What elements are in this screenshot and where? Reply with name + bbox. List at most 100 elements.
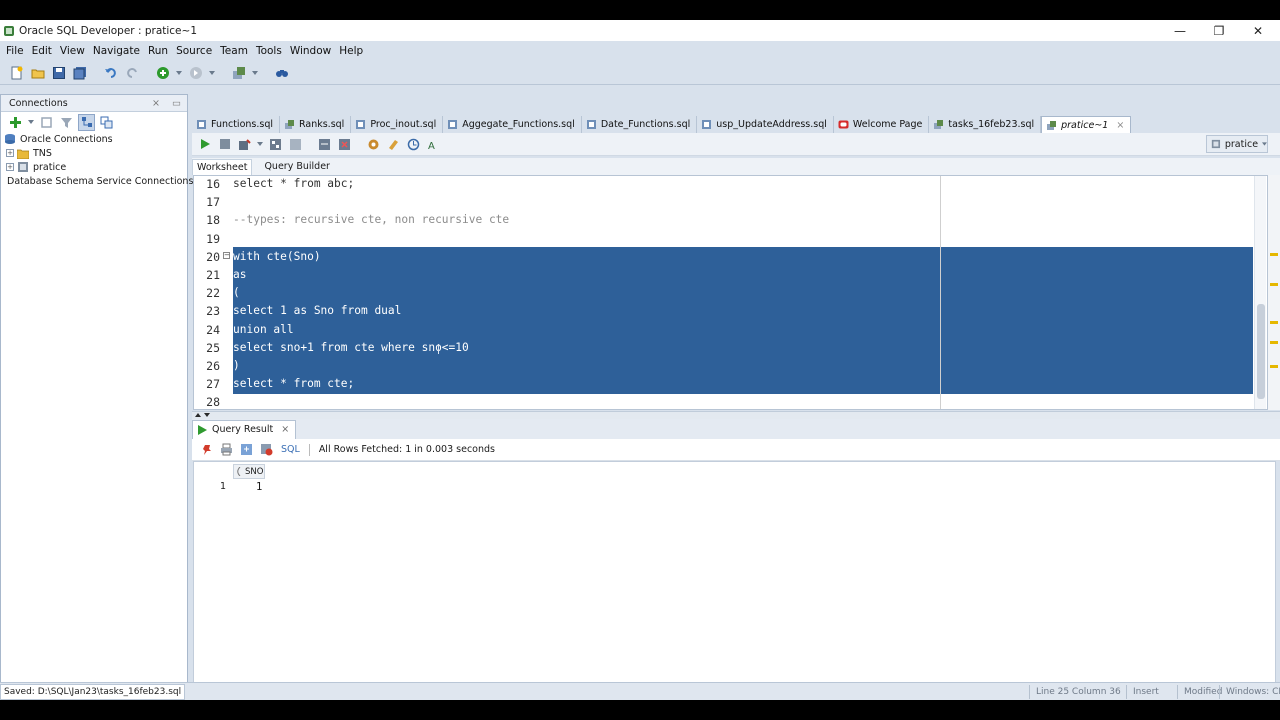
tree-item-pratice[interactable]: + pratice — [1, 160, 187, 174]
print-icon[interactable] — [218, 441, 235, 458]
code-area[interactable]: select * from abc; --types: recursive cte… — [233, 176, 1267, 409]
code-line[interactable]: ) — [233, 357, 1267, 375]
subtab-query-builder[interactable]: Query Builder — [260, 159, 334, 175]
code-editor[interactable]: 16 17 18 19 20 21 22 23 24 25 26 27 28 − select * fro… — [193, 175, 1268, 410]
close-tab-icon[interactable]: × — [281, 424, 289, 435]
save-all-icon[interactable] — [71, 64, 88, 81]
code-line[interactable]: ( — [233, 284, 1267, 302]
menu-navigate[interactable]: Navigate — [89, 45, 144, 57]
tree-item-tns[interactable]: + TNS — [1, 146, 187, 160]
sql-tuning-icon[interactable] — [365, 136, 382, 153]
menu-run[interactable]: Run — [144, 45, 172, 57]
binoculars-icon[interactable] — [273, 64, 290, 81]
dropdown-arrow-icon[interactable] — [27, 114, 35, 131]
minimize-panel-icon[interactable]: ▭ — [172, 98, 181, 109]
explain-plan-icon[interactable] — [267, 136, 284, 153]
code-line[interactable] — [233, 193, 1267, 211]
tree-item-schema-service[interactable]: Database Schema Service Connections — [1, 174, 193, 188]
menu-file[interactable]: File — [2, 45, 28, 57]
collapse-all-icon[interactable] — [98, 114, 115, 131]
editor-vertical-scrollbar[interactable] — [1254, 176, 1266, 409]
add-connection-icon[interactable] — [7, 114, 24, 131]
dropdown-arrow-icon[interactable] — [256, 136, 264, 153]
code-line[interactable] — [233, 230, 1267, 248]
tab-usp-updateaddress-sql[interactable]: usp_UpdateAddress.sql — [697, 116, 834, 133]
result-grid[interactable]: SNO 1 1 — [193, 461, 1276, 697]
tab-proc-inout-sql[interactable]: Proc_inout.sql — [351, 116, 444, 133]
tab-functions-sql[interactable]: Functions.sql — [192, 116, 280, 133]
undo-icon[interactable] — [102, 64, 119, 81]
code-line[interactable]: select * from abc; — [233, 176, 1267, 193]
navigate-forward-icon[interactable] — [187, 64, 204, 81]
pin-icon[interactable] — [198, 441, 215, 458]
rollback-icon[interactable] — [316, 136, 333, 153]
sql-worksheet-icon[interactable] — [230, 64, 247, 81]
menu-window[interactable]: Window — [286, 45, 335, 57]
column-header-sno[interactable]: SNO — [233, 464, 265, 479]
grid-cell[interactable]: 1 — [256, 481, 262, 493]
fold-icon[interactable]: − — [223, 252, 230, 259]
connection-selector[interactable]: pratice — [1206, 135, 1268, 153]
panel-splitter[interactable] — [192, 411, 1280, 419]
menu-view[interactable]: View — [56, 45, 89, 57]
code-line[interactable]: as — [233, 266, 1267, 284]
minimize-button[interactable]: — — [1160, 20, 1200, 41]
tab-date-functions-sql[interactable]: Date_Functions.sql — [582, 116, 698, 133]
tab-pratice-1[interactable]: pratice~1 × — [1041, 116, 1132, 133]
close-tab-icon[interactable]: × — [1116, 120, 1124, 131]
tab-tasks-16feb23-sql[interactable]: tasks_16feb23.sql — [929, 116, 1042, 133]
subtab-worksheet[interactable]: Worksheet — [192, 158, 253, 175]
marker[interactable] — [1270, 253, 1278, 256]
open-folder-icon[interactable] — [29, 64, 46, 81]
schema-browser-icon[interactable] — [78, 113, 95, 131]
splitter-arrows-icon[interactable] — [194, 412, 214, 418]
menu-tools[interactable]: Tools — [252, 45, 286, 57]
commit-icon[interactable] — [287, 136, 304, 153]
marker[interactable] — [1270, 341, 1278, 344]
refresh-results-icon[interactable] — [238, 441, 255, 458]
navigate-back-icon[interactable] — [154, 64, 171, 81]
code-line[interactable] — [233, 393, 1267, 409]
expand-icon[interactable]: + — [6, 149, 14, 157]
dropdown-arrow-icon[interactable] — [251, 64, 259, 81]
autotrace-icon[interactable] — [236, 136, 253, 153]
format-sql-icon[interactable]: A — [425, 136, 442, 153]
marker[interactable] — [1270, 321, 1278, 324]
tab-aggegate-functions-sql[interactable]: Aggegate_Functions.sql — [443, 116, 582, 133]
redo-icon[interactable] — [123, 64, 140, 81]
save-icon[interactable] — [50, 64, 67, 81]
run-script-icon[interactable] — [216, 136, 233, 153]
menu-help[interactable]: Help — [335, 45, 367, 57]
tab-query-result[interactable]: Query Result × — [192, 419, 297, 439]
menu-source[interactable]: Source — [172, 45, 216, 57]
filter-icon[interactable] — [58, 114, 75, 131]
dropdown-arrow-icon[interactable] — [208, 64, 216, 81]
new-file-icon[interactable] — [8, 64, 25, 81]
code-line[interactable]: union all — [233, 321, 1267, 339]
dropdown-arrow-icon[interactable] — [175, 64, 183, 81]
close-window-button[interactable]: ✕ — [1238, 20, 1278, 41]
tab-ranks-sql[interactable]: Ranks.sql — [280, 116, 352, 133]
history-icon[interactable] — [405, 136, 422, 153]
code-line[interactable]: with cte(Sno) — [233, 248, 1267, 266]
cancel-query-icon[interactable] — [258, 441, 275, 458]
restore-button[interactable]: ❐ — [1199, 20, 1239, 41]
code-line[interactable]: select sno+1 from cte where sno<=10 — [233, 339, 1267, 357]
marker[interactable] — [1270, 283, 1278, 286]
run-statement-icon[interactable] — [196, 136, 213, 153]
expand-icon[interactable]: + — [6, 163, 14, 171]
sql-link[interactable]: SQL — [281, 444, 300, 455]
eraser-icon[interactable] — [385, 136, 402, 153]
tree-item-oracle-connections[interactable]: Oracle Connections — [1, 132, 187, 146]
code-line[interactable]: select * from cte; — [233, 375, 1267, 393]
close-panel-icon[interactable]: × — [152, 98, 160, 109]
cancel-icon[interactable] — [336, 136, 353, 153]
menu-edit[interactable]: Edit — [28, 45, 56, 57]
marker[interactable] — [1270, 365, 1278, 368]
tab-welcome-page[interactable]: Welcome Page — [834, 116, 930, 133]
code-line[interactable]: --types: recursive cte, non recursive ct… — [233, 211, 1267, 229]
scrollbar-thumb[interactable] — [1257, 304, 1265, 399]
menu-team[interactable]: Team — [216, 45, 252, 57]
refresh-icon[interactable] — [38, 114, 55, 131]
code-line[interactable]: select 1 as Sno from dual — [233, 302, 1267, 320]
